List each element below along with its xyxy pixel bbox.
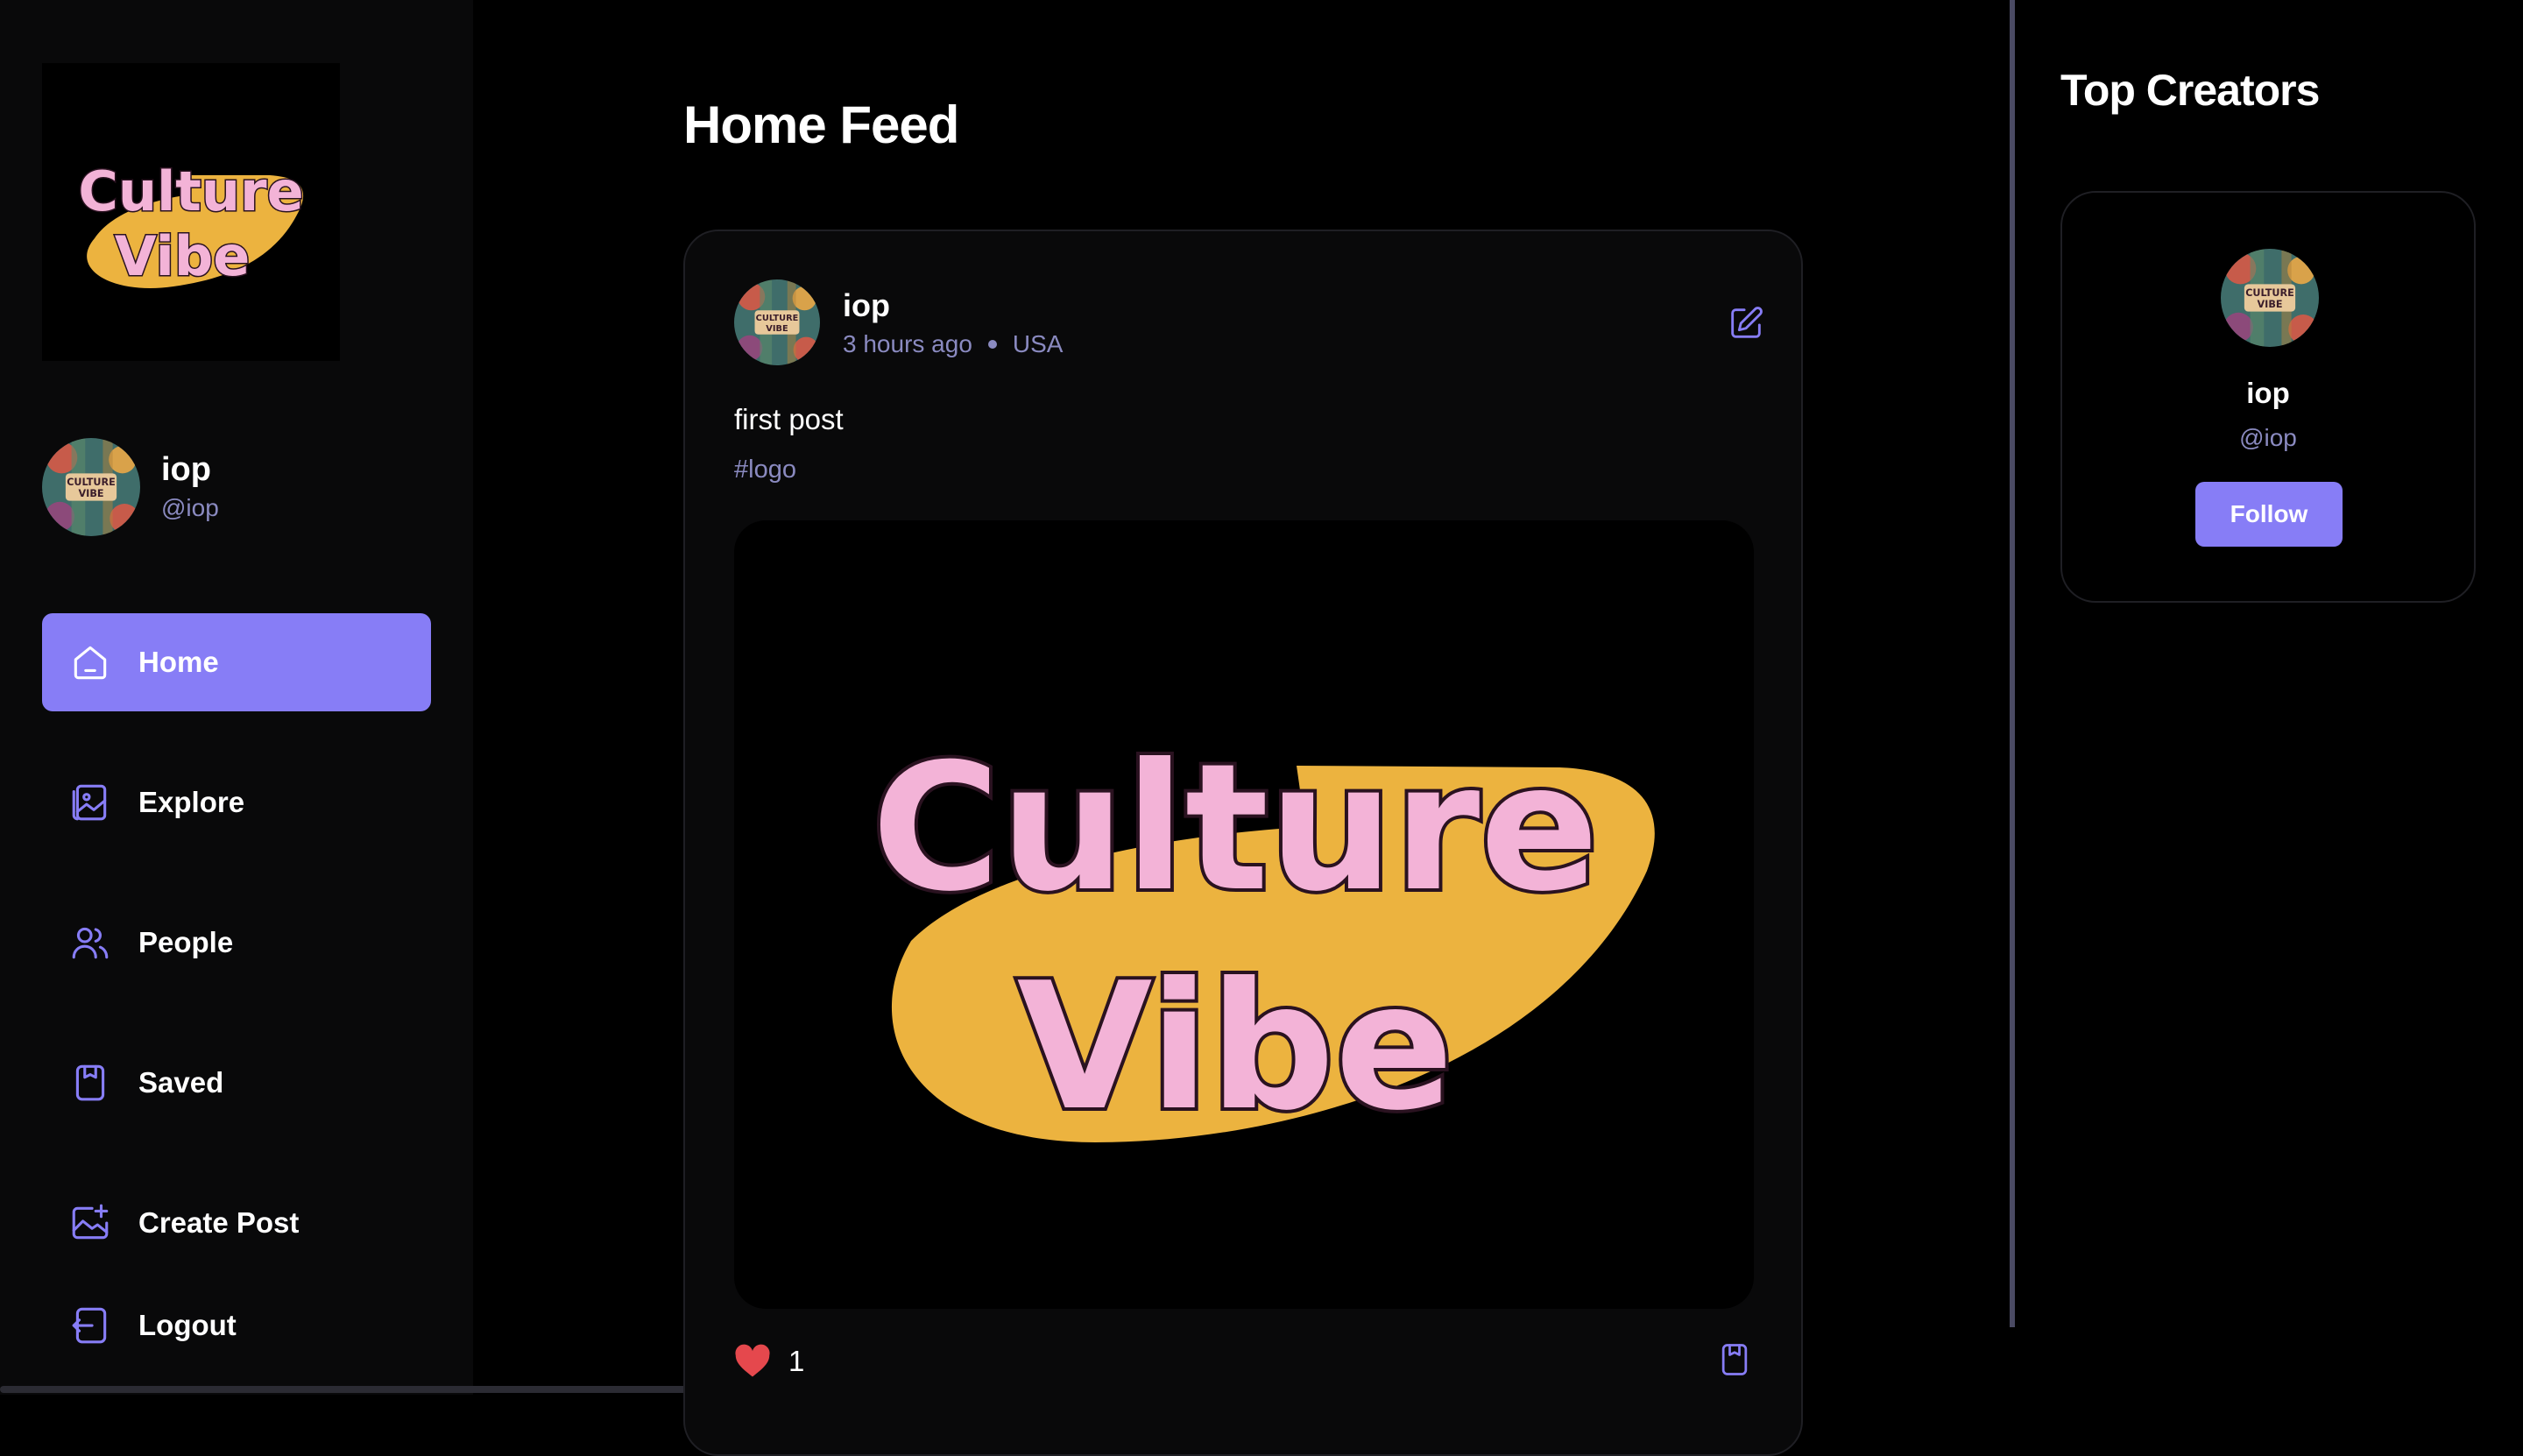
post-actions: 1 xyxy=(734,1344,1754,1379)
app-logo[interactable]: Culture Vibe xyxy=(42,63,340,361)
image-plus-icon xyxy=(72,1204,109,1240)
logo-line2-text: Vibe xyxy=(115,224,251,288)
nav-label-saved: Saved xyxy=(138,1066,224,1099)
post-image-line1: Culture xyxy=(872,726,1599,930)
nav-label-create-post: Create Post xyxy=(138,1206,300,1239)
horizontal-scrollbar[interactable] xyxy=(0,1386,692,1393)
avatar: CULTURE VIBE xyxy=(42,438,140,536)
edit-post-icon[interactable] xyxy=(1726,303,1766,343)
heart-icon[interactable] xyxy=(734,1344,771,1379)
home-icon xyxy=(74,646,107,680)
svg-text:CULTURE: CULTURE xyxy=(2245,287,2294,299)
post-timestamp: 3 hours ago xyxy=(843,330,972,357)
logout-label: Logout xyxy=(138,1309,237,1341)
vertical-scrollbar[interactable] xyxy=(2010,0,2015,1327)
current-user-profile[interactable]: CULTURE VIBE iop @iop xyxy=(42,438,219,536)
profile-handle: @iop xyxy=(161,494,219,521)
logout-button[interactable]: Logout xyxy=(42,1276,431,1375)
creator-handle: @iop xyxy=(2239,424,2297,451)
post-image[interactable]: Culture Vibe xyxy=(734,520,1754,1309)
people-icon xyxy=(72,927,109,959)
post-image-graphic: Culture Vibe xyxy=(868,723,1655,1153)
nav-item-explore[interactable]: Explore xyxy=(42,753,431,852)
post-image-line2: Vibe xyxy=(1017,945,1454,1149)
svg-text:VIBE: VIBE xyxy=(2258,299,2283,310)
nav-item-saved[interactable]: Saved xyxy=(42,1034,431,1132)
nav-item-home[interactable]: Home xyxy=(42,613,431,711)
nav-label-people: People xyxy=(138,926,234,958)
svg-text:VIBE: VIBE xyxy=(766,324,788,334)
nav-item-create-post[interactable]: Create Post xyxy=(42,1174,431,1272)
svg-text:CULTURE: CULTURE xyxy=(756,314,799,323)
post-author-name[interactable]: iop xyxy=(843,286,1063,325)
svg-text:CULTURE: CULTURE xyxy=(67,477,116,488)
separator-dot xyxy=(987,340,997,349)
bookmark-icon[interactable] xyxy=(1715,1340,1754,1379)
nav-label-explore: Explore xyxy=(138,786,245,818)
like-count: 1 xyxy=(788,1345,805,1377)
nav-label-home: Home xyxy=(138,646,219,678)
gallery-icon xyxy=(72,784,107,821)
post-card: CULTURE VIBE iop 3 hours ago USA first p… xyxy=(683,230,1803,1456)
avatar[interactable]: CULTURE VIBE xyxy=(2221,249,2319,347)
page-title: Home Feed xyxy=(683,95,959,154)
post-location: USA xyxy=(1012,330,1064,357)
follow-button[interactable]: Follow xyxy=(2195,482,2343,547)
post-header: CULTURE VIBE iop 3 hours ago USA xyxy=(734,279,1063,365)
logout-icon xyxy=(72,1307,107,1344)
left-sidebar: Culture Vibe CULTURE VIBE iop @iop Home … xyxy=(0,0,473,1395)
svg-text:VIBE: VIBE xyxy=(79,488,104,499)
nav-item-people[interactable]: People xyxy=(42,894,431,992)
creator-name: iop xyxy=(2246,377,2290,409)
top-creators-title: Top Creators xyxy=(2060,66,2320,115)
post-caption: first post xyxy=(734,403,844,435)
profile-name: iop xyxy=(161,451,211,488)
creator-card[interactable]: CULTURE VIBE iop @iop Follow xyxy=(2060,191,2476,603)
culture-vibe-logo-graphic: Culture Vibe xyxy=(77,159,305,290)
logo-line1-text: Culture xyxy=(78,159,303,223)
bookmark-icon xyxy=(75,1064,105,1101)
post-tag[interactable]: #logo xyxy=(734,456,796,484)
avatar[interactable]: CULTURE VIBE xyxy=(734,279,820,365)
